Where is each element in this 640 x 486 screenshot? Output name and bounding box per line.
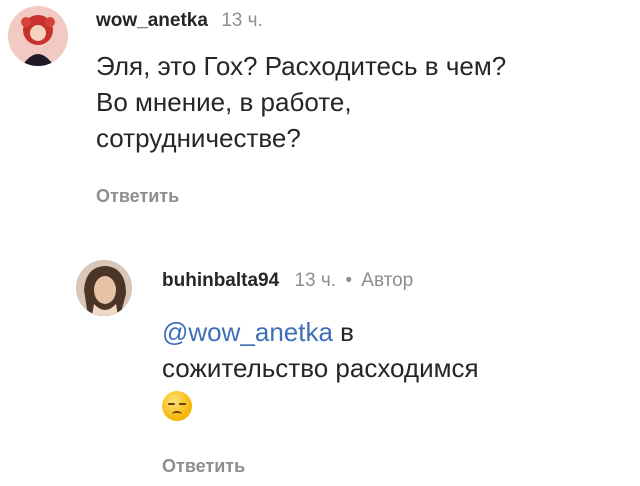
comment-text-line: Эля, это Гох? Расходитесь в чем? <box>96 51 507 81</box>
username[interactable]: buhinbalta94 <box>162 270 279 291</box>
emoji-eye <box>179 403 186 406</box>
avatar-photo <box>76 260 132 316</box>
comment-emoji-line <box>162 386 632 426</box>
comment-header: wow_anetka 13 ч. <box>96 10 263 32</box>
reply-button[interactable]: Ответить <box>96 186 179 207</box>
comment-text-fragment: в <box>332 317 354 347</box>
timestamp: 13 ч. <box>221 10 263 31</box>
comment-text-line: @wow_anetka в <box>162 314 632 350</box>
pensive-face-icon <box>162 391 192 422</box>
comment-text-line: сотрудничестве? <box>96 123 301 153</box>
mention-link[interactable]: @wow_anetka <box>162 317 333 347</box>
comment-text: @wow_anetka в сожительство расходимся <box>162 314 632 426</box>
timestamp: 13 ч. <box>294 270 337 291</box>
emoji-mouth <box>172 411 182 417</box>
separator-dot: • <box>345 270 352 291</box>
avatar[interactable] <box>8 6 68 66</box>
comment-text-line: Во мнение, в работе, <box>96 87 352 117</box>
comment-text: Эля, это Гох? Расходитесь в чем? Во мнен… <box>96 48 636 156</box>
comment-1: wow_anetka 13 ч. Эля, это Гох? Расходите… <box>0 0 640 230</box>
author-badge: Автор <box>361 270 414 291</box>
avatar-illustration <box>8 6 68 66</box>
comment-header: buhinbalta94 13 ч. • Автор <box>162 270 413 292</box>
emoji-eye <box>168 403 175 406</box>
avatar[interactable] <box>76 260 132 316</box>
reply-button[interactable]: Ответить <box>162 456 245 477</box>
username[interactable]: wow_anetka <box>96 10 208 31</box>
comment-2: buhinbalta94 13 ч. • Автор @wow_anetka в… <box>0 230 640 486</box>
comment-text-line: сожительство расходимся <box>162 353 479 383</box>
